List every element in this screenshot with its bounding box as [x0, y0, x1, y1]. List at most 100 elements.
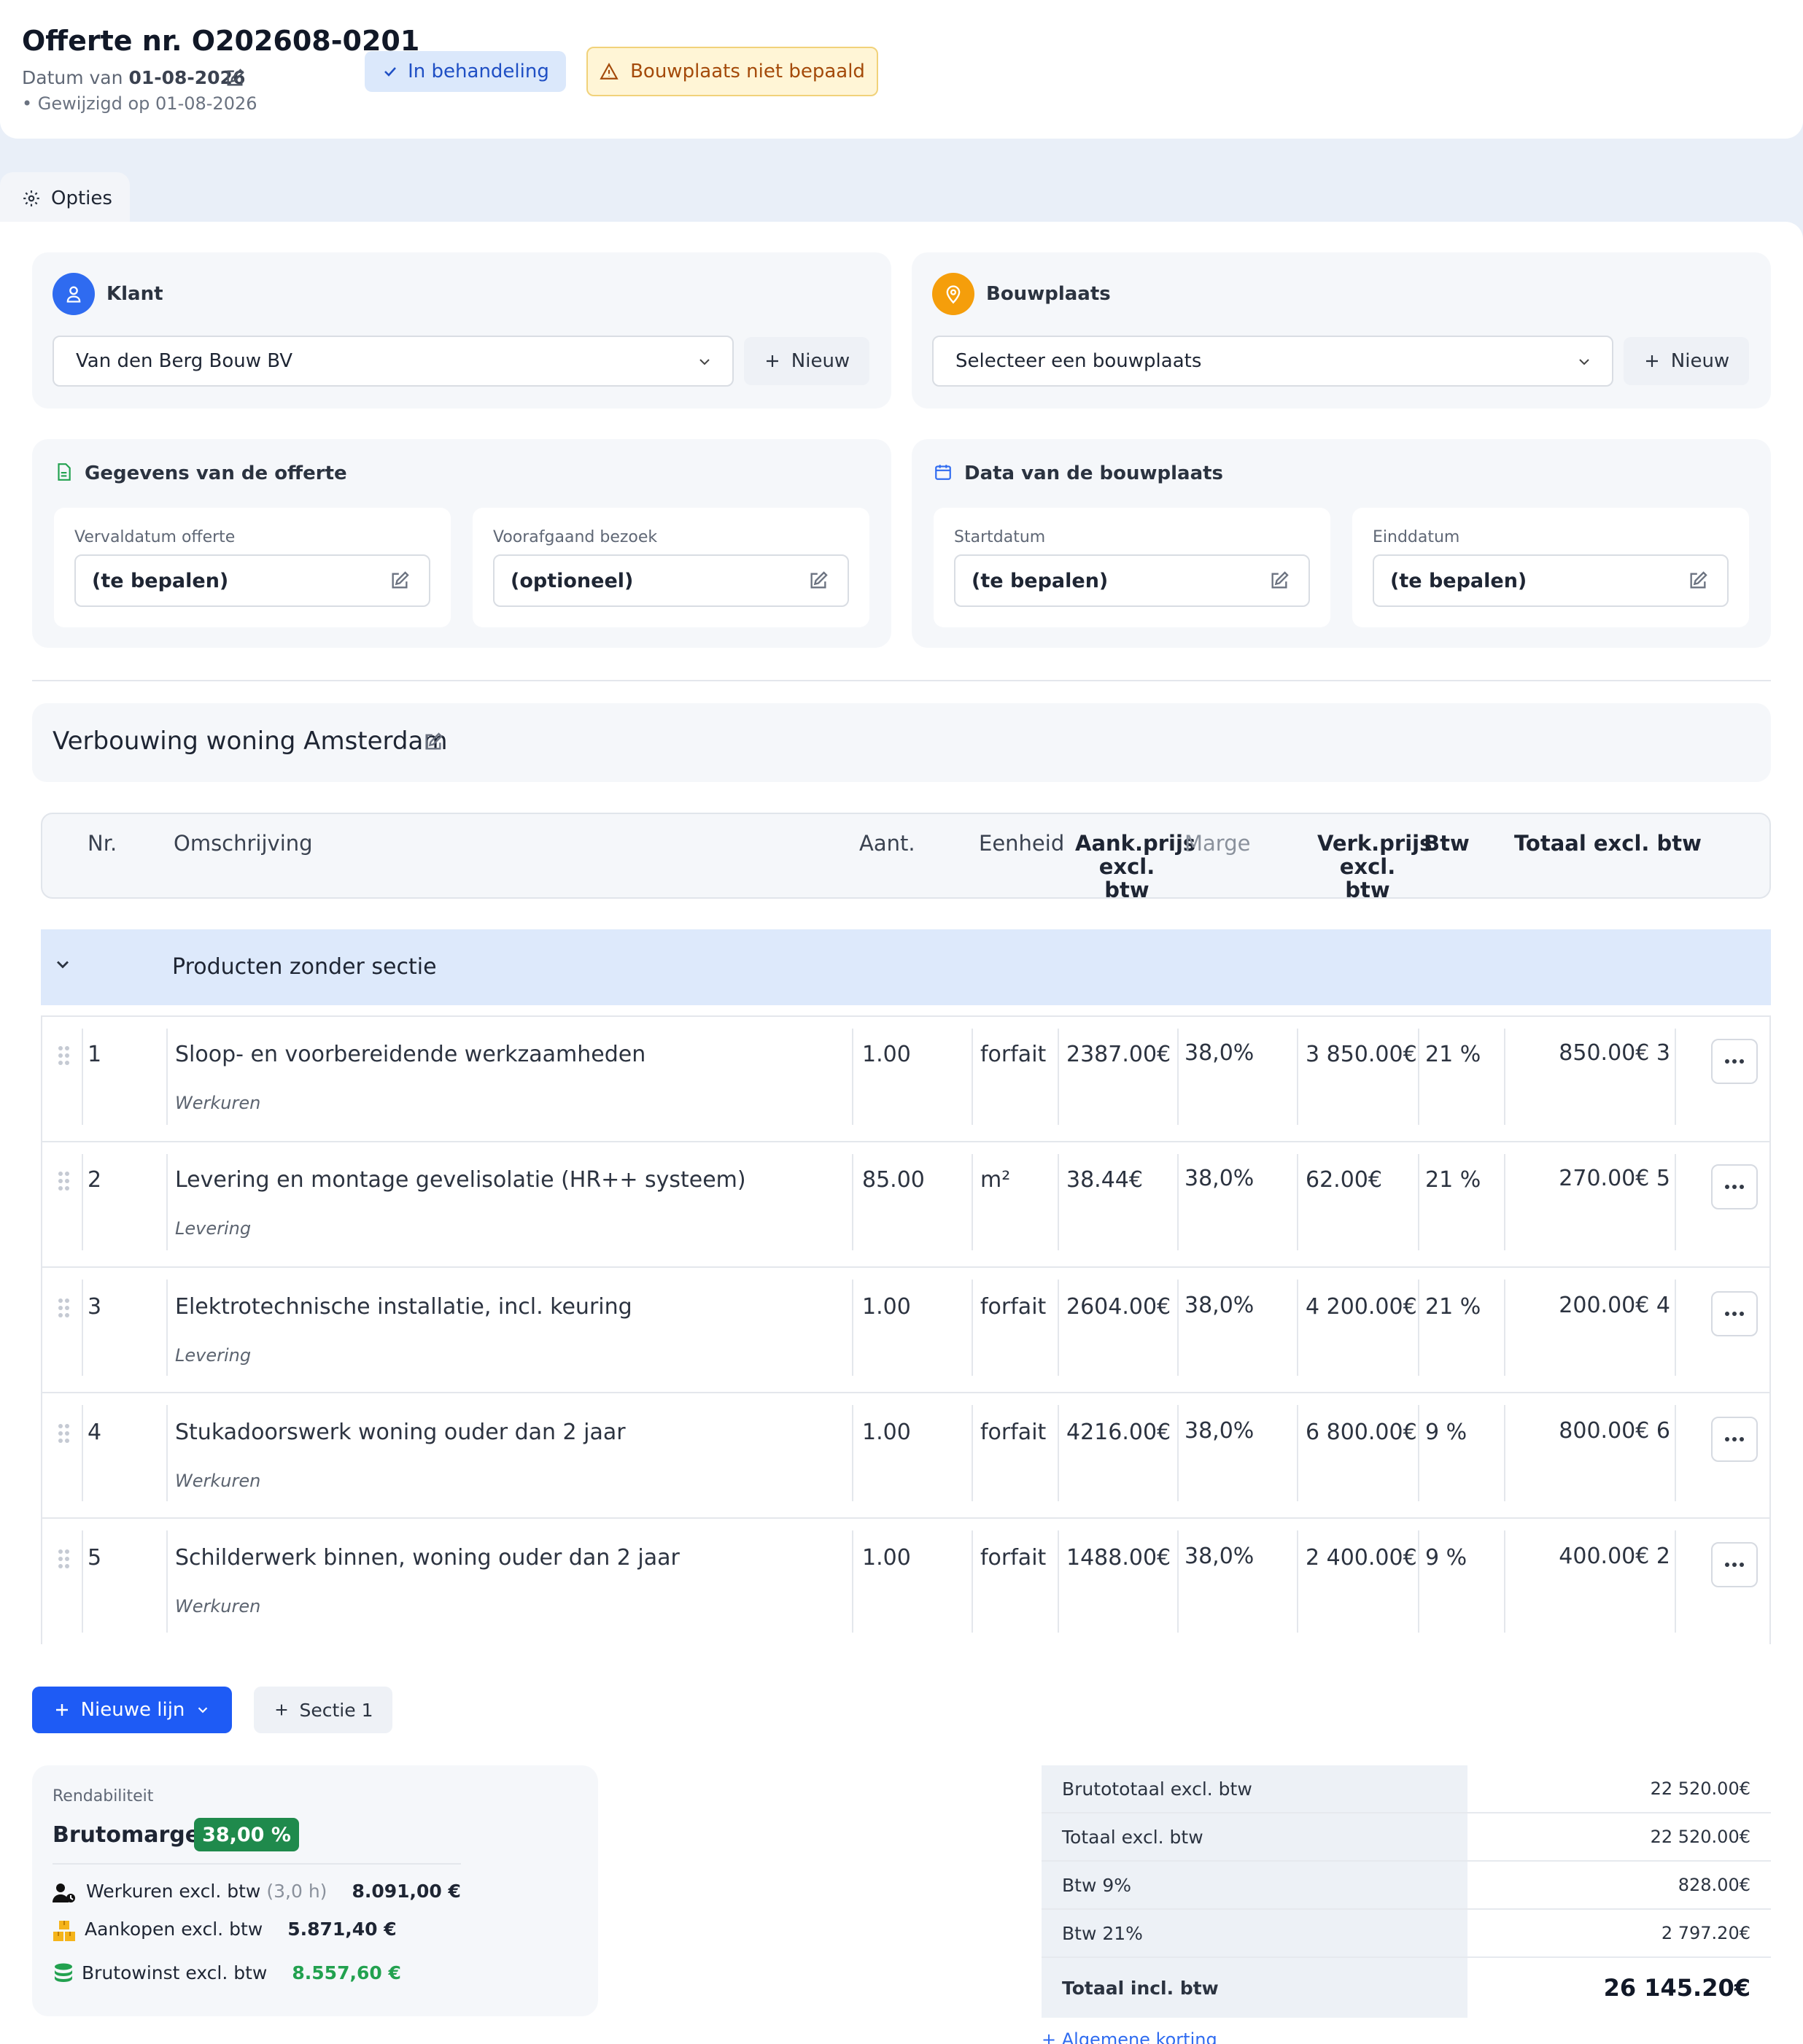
header-omschrijving: Omschrijving — [174, 831, 313, 856]
status-badge[interactable]: In behandeling — [365, 51, 566, 92]
row-quantity[interactable]: 1.00 — [862, 1545, 911, 1571]
bouwplaats-select[interactable]: Selecteer een bouwplaats — [932, 336, 1613, 387]
row-unit[interactable]: forfait — [980, 1294, 1046, 1320]
general-discount-link[interactable]: + Algemene korting — [1042, 2031, 1217, 2044]
add-section-button[interactable]: Sectie 1 — [254, 1687, 392, 1733]
chevron-down-icon[interactable] — [53, 954, 73, 975]
coins-icon — [55, 1963, 72, 1982]
drag-handle-icon[interactable] — [58, 1549, 70, 1568]
row-sale-price[interactable]: 3 850.00€ — [1306, 1042, 1417, 1067]
edit-date-icon[interactable] — [225, 68, 245, 88]
row-quantity[interactable]: 1.00 — [862, 1420, 911, 1445]
klant-select[interactable]: Van den Berg Bouw BV — [53, 336, 734, 387]
col-divider — [972, 1280, 973, 1376]
drag-handle-icon[interactable] — [58, 1424, 70, 1443]
row-purchase-price[interactable]: 4216.00€ — [1066, 1420, 1171, 1445]
row-vat[interactable]: 21 % — [1425, 1042, 1481, 1067]
col-divider — [1504, 1280, 1505, 1376]
row-description[interactable]: Sloop- en voorbereidende werkzaamheden — [175, 1042, 645, 1067]
row-unit[interactable]: forfait — [980, 1420, 1046, 1445]
row-more-button[interactable] — [1711, 1417, 1758, 1462]
row-category: Levering — [175, 1345, 252, 1366]
row-description[interactable]: Levering en montage gevelisolatie (HR++ … — [175, 1167, 746, 1193]
startdatum-field[interactable]: (te bepalen) — [954, 554, 1310, 607]
drag-handle-icon[interactable] — [58, 1172, 70, 1191]
totals-label: Totaal incl. btw — [1042, 1958, 1467, 2018]
col-divider — [1504, 1530, 1505, 1633]
row-unit[interactable]: m² — [980, 1167, 1010, 1193]
row-purchase-price[interactable]: 1488.00€ — [1066, 1545, 1171, 1571]
row-sale-price[interactable]: 4 200.00€ — [1306, 1294, 1417, 1320]
new-klant-button[interactable]: Nieuw — [744, 337, 869, 385]
plus-icon — [55, 1704, 68, 1716]
row-quantity[interactable]: 85.00 — [862, 1167, 925, 1193]
col-divider — [1504, 1405, 1505, 1501]
row-vat[interactable]: 21 % — [1425, 1167, 1481, 1193]
col-divider — [852, 1530, 853, 1633]
col-divider — [82, 1405, 83, 1501]
plus-icon — [766, 355, 778, 367]
project-title: Verbouwing woning Amsterdam — [53, 727, 448, 756]
row-nr: 1 — [88, 1042, 102, 1067]
row-category: Werkuren — [175, 1471, 261, 1491]
totals-row-bruto: Brutototaal excl. btw 22 520.00€ — [1042, 1765, 1771, 1813]
row-unit[interactable]: forfait — [980, 1042, 1046, 1067]
row-margin[interactable]: 38,0% — [1184, 1293, 1254, 1318]
tab-opties-label: Opties — [51, 187, 112, 209]
row-description[interactable]: Elektrotechnische installatie, incl. keu… — [175, 1294, 632, 1320]
row-more-button[interactable] — [1711, 1291, 1758, 1336]
row-more-button[interactable] — [1711, 1542, 1758, 1587]
row-margin[interactable]: 38,0% — [1184, 1418, 1254, 1444]
row-quantity[interactable]: 1.00 — [862, 1294, 911, 1320]
col-divider — [972, 1029, 973, 1125]
chevron-down-icon — [699, 359, 710, 365]
bezoek-value: (optioneel) — [511, 569, 634, 592]
row-more-button[interactable] — [1711, 1039, 1758, 1084]
new-line-button[interactable]: Nieuwe lijn — [32, 1687, 232, 1733]
totals-row-excl: Totaal excl. btw 22 520.00€ — [1042, 1813, 1771, 1862]
new-bouwplaats-button[interactable]: Nieuw — [1624, 337, 1749, 385]
drag-handle-icon[interactable] — [58, 1046, 70, 1065]
row-margin[interactable]: 38,0% — [1184, 1166, 1254, 1191]
row-margin[interactable]: 38,0% — [1184, 1040, 1254, 1066]
row-purchase-price[interactable]: 2387.00€ — [1066, 1042, 1171, 1067]
header-verkprijs-line1: Verk.prijs — [1317, 831, 1432, 856]
warning-label: Bouwplaats niet bepaald — [630, 61, 865, 82]
row-sale-price[interactable]: 2 400.00€ — [1306, 1545, 1417, 1571]
user-icon — [53, 273, 95, 315]
einddatum-field[interactable]: (te bepalen) — [1373, 554, 1729, 607]
location-icon — [932, 273, 974, 315]
vervaldatum-field[interactable]: (te bepalen) — [74, 554, 430, 607]
row-vat[interactable]: 9 % — [1425, 1545, 1467, 1571]
tab-opties[interactable]: Opties — [0, 172, 130, 225]
header-nr: Nr. — [88, 831, 117, 856]
row-quantity[interactable]: 1.00 — [862, 1042, 911, 1067]
row-sale-price[interactable]: 62.00€ — [1306, 1167, 1382, 1193]
col-divider — [1675, 1029, 1676, 1125]
row-description[interactable]: Schilderwerk binnen, woning ouder dan 2 … — [175, 1545, 680, 1571]
col-divider — [1675, 1280, 1676, 1376]
row-sale-price[interactable]: 6 800.00€ — [1306, 1420, 1417, 1445]
edit-icon[interactable] — [1269, 570, 1290, 591]
row-margin[interactable]: 38,0% — [1184, 1544, 1254, 1569]
row-description[interactable]: Stukadoorswerk woning ouder dan 2 jaar — [175, 1420, 626, 1445]
edit-icon[interactable] — [389, 570, 410, 591]
drag-handle-icon[interactable] — [58, 1298, 70, 1317]
edit-icon[interactable] — [1688, 570, 1708, 591]
totals-label: Totaal excl. btw — [1042, 1813, 1467, 1860]
col-divider — [166, 1405, 168, 1501]
bezoek-field[interactable]: (optioneel) — [493, 554, 849, 607]
row-nr: 3 — [88, 1294, 102, 1320]
col-divider — [972, 1405, 973, 1501]
row-purchase-price[interactable]: 2604.00€ — [1066, 1294, 1171, 1320]
row-purchase-price[interactable]: 38.44€ — [1066, 1167, 1143, 1193]
row-vat[interactable]: 9 % — [1425, 1420, 1467, 1445]
row-vat[interactable]: 21 % — [1425, 1294, 1481, 1320]
edit-title-icon[interactable] — [423, 732, 443, 752]
row-more-button[interactable] — [1711, 1164, 1758, 1209]
date-prefix: Datum van — [22, 67, 123, 88]
klant-title: Klant — [106, 283, 163, 305]
data-bouwplaats-title: Data van de bouwplaats — [964, 462, 1224, 484]
edit-icon[interactable] — [808, 570, 829, 591]
row-unit[interactable]: forfait — [980, 1545, 1046, 1571]
